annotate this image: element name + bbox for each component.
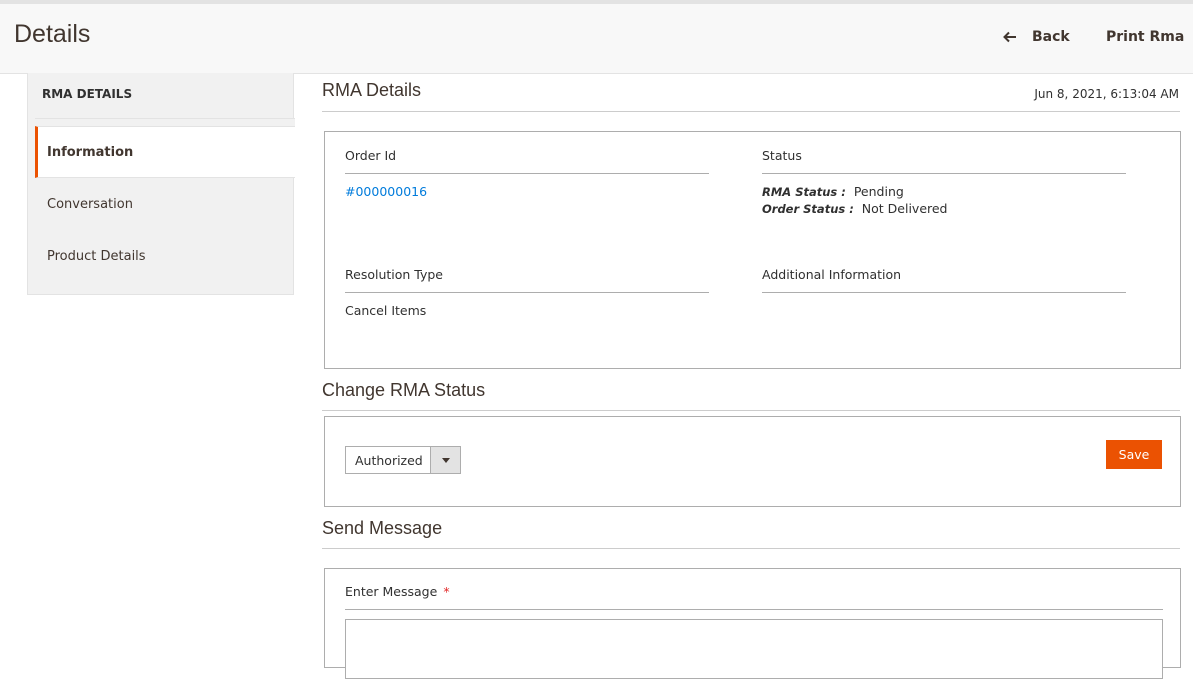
sidebar-item-product-details[interactable]: Product Details [35, 231, 295, 283]
order-status-value: Not Delivered [861, 201, 948, 216]
back-button-label: Back [1032, 29, 1070, 45]
enter-message-label: Enter Message * [345, 584, 450, 599]
section-divider [322, 111, 1180, 112]
resolution-type-value: Cancel Items [345, 303, 427, 318]
field-divider [762, 292, 1126, 293]
field-divider [345, 173, 709, 174]
send-message-title: Send Message [322, 518, 443, 538]
change-status-box: Authorized Save [324, 416, 1181, 507]
order-status-label: Order Status : [762, 202, 854, 216]
rma-status: RMA Status : Pending [762, 184, 904, 199]
rma-details-sidebar: RMA DETAILS Information Conversation Pro… [27, 73, 295, 295]
print-rma-button[interactable]: Print Rma [1106, 29, 1184, 45]
section-divider [322, 548, 1180, 549]
additional-info-label: Additional Information [762, 267, 902, 282]
rma-status-value: Pending [853, 184, 904, 199]
enter-message-label-text: Enter Message [345, 584, 438, 599]
order-id-label: Order Id [345, 148, 397, 163]
field-divider [345, 609, 1163, 610]
order-id-link[interactable]: #000000016 [345, 184, 427, 199]
rma-status-label: RMA Status : [762, 185, 846, 199]
message-textarea[interactable] [345, 619, 1163, 679]
rma-details-title: RMA Details [322, 80, 422, 100]
back-button[interactable]: Back [1003, 29, 1070, 45]
order-status: Order Status : Not Delivered [762, 201, 948, 216]
rma-status-select[interactable]: Authorized [345, 446, 461, 474]
required-marker: * [443, 584, 450, 599]
arrow-left-icon [1003, 31, 1016, 43]
select-toggle[interactable] [430, 447, 460, 473]
sidebar-item-conversation[interactable]: Conversation [35, 179, 295, 231]
sidebar-item-information[interactable]: Information [35, 126, 295, 178]
chevron-down-icon [442, 458, 450, 463]
rma-date: Jun 8, 2021, 6:13:04 AM [1034, 87, 1179, 101]
sidebar-title: RMA DETAILS [42, 87, 133, 101]
section-divider [322, 410, 1180, 411]
field-divider [345, 292, 709, 293]
rma-status-select-value: Authorized [355, 453, 423, 468]
page-title: Details [14, 20, 91, 48]
resolution-type-label: Resolution Type [345, 267, 443, 282]
page-header: Details Back Print Rma [0, 4, 1193, 74]
status-label: Status [762, 148, 802, 163]
save-button[interactable]: Save [1106, 440, 1162, 469]
change-status-title: Change RMA Status [322, 380, 486, 400]
send-message-box: Enter Message * [324, 568, 1181, 679]
rma-info-box: Order Id #000000016 Status RMA Status : … [324, 131, 1181, 369]
field-divider [762, 173, 1126, 174]
